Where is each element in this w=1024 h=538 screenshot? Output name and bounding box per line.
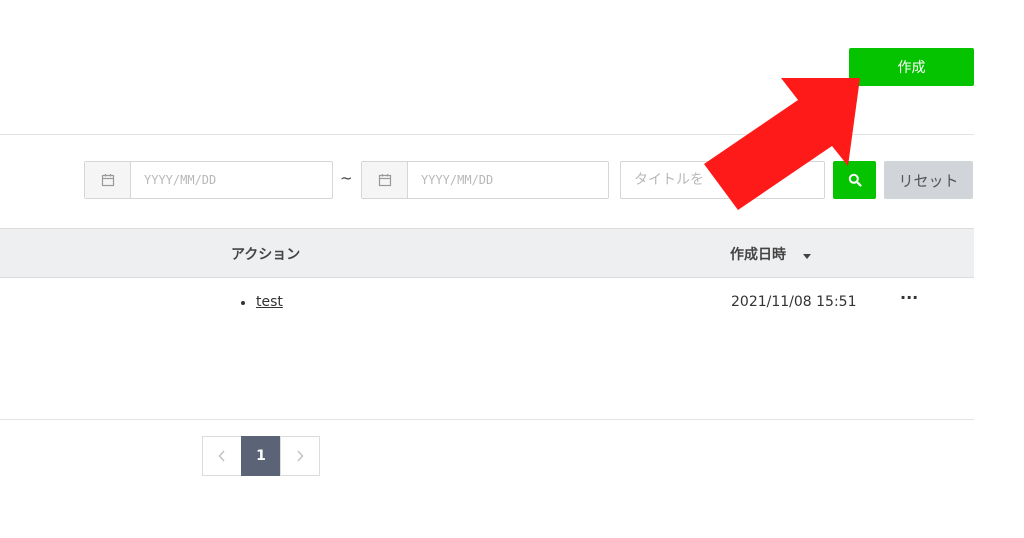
bullet-icon — [241, 301, 245, 305]
divider-bottom — [0, 419, 974, 420]
sort-desc-icon[interactable] — [803, 254, 811, 259]
divider-top — [0, 134, 974, 135]
chevron-left-icon — [218, 450, 225, 462]
search-button[interactable] — [833, 161, 876, 199]
action-link[interactable]: test — [256, 294, 283, 310]
calendar-icon[interactable] — [362, 162, 408, 198]
date-to-group[interactable] — [361, 161, 609, 199]
title-search-input[interactable] — [620, 161, 825, 199]
date-to-input[interactable] — [408, 162, 607, 198]
calendar-icon[interactable] — [85, 162, 131, 198]
chevron-right-icon — [297, 450, 304, 462]
reset-button[interactable]: リセット — [884, 161, 973, 199]
pagination: 1 — [202, 436, 320, 476]
date-from-group[interactable] — [84, 161, 333, 199]
column-header-action: アクション — [231, 247, 301, 263]
date-from-input[interactable] — [131, 162, 331, 198]
search-icon — [848, 173, 862, 187]
created-at-value: 2021/11/08 15:51 — [731, 294, 857, 310]
date-range-separator: ~ — [340, 169, 353, 187]
more-icon[interactable]: ··· — [900, 288, 918, 307]
table-header: アクション 作成日時 — [0, 228, 974, 278]
column-header-created-at[interactable]: 作成日時 — [730, 244, 786, 264]
prev-page-button[interactable] — [202, 436, 242, 476]
page: 作成 ~ — [0, 0, 1024, 538]
create-button[interactable]: 作成 — [849, 48, 974, 86]
page-button-current[interactable]: 1 — [241, 436, 281, 476]
next-page-button[interactable] — [280, 436, 320, 476]
